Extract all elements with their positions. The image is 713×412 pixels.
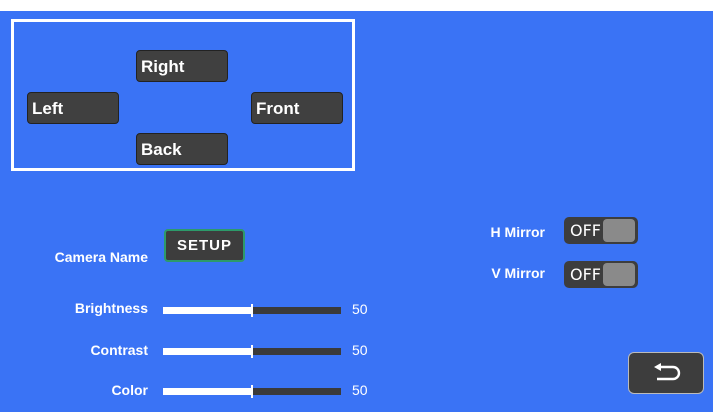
camera-position-panel: Right Left Front Back — [11, 19, 355, 171]
camera-settings-screen: Right Left Front Back Camera Name SETUP … — [0, 11, 713, 412]
contrast-slider[interactable] — [163, 345, 341, 358]
color-slider-fill — [163, 388, 252, 395]
contrast-value: 50 — [352, 342, 368, 358]
color-slider[interactable] — [163, 385, 341, 398]
color-value: 50 — [352, 382, 368, 398]
setup-button[interactable]: SETUP — [164, 229, 245, 262]
h-mirror-label: H Mirror — [490, 224, 545, 240]
camera-name-label: Camera Name — [54, 249, 148, 265]
color-label: Color — [111, 382, 148, 398]
position-right-button[interactable]: Right — [136, 50, 228, 82]
v-mirror-knob — [603, 263, 635, 286]
contrast-slider-fill — [163, 348, 252, 355]
contrast-slider-handle[interactable] — [251, 345, 253, 358]
h-mirror-knob — [603, 219, 635, 242]
h-mirror-toggle[interactable]: OFF — [564, 217, 638, 244]
v-mirror-state: OFF — [570, 265, 601, 284]
contrast-label: Contrast — [90, 342, 148, 358]
brightness-label: Brightness — [74, 300, 148, 316]
brightness-value: 50 — [352, 301, 368, 317]
back-button[interactable] — [628, 352, 704, 394]
brightness-slider-handle[interactable] — [251, 304, 253, 317]
color-slider-handle[interactable] — [251, 385, 253, 398]
position-left-button[interactable]: Left — [27, 92, 119, 124]
v-mirror-label: V Mirror — [491, 265, 545, 281]
position-back-button[interactable]: Back — [136, 133, 228, 165]
v-mirror-toggle[interactable]: OFF — [564, 261, 638, 288]
brightness-slider-fill — [163, 307, 252, 314]
h-mirror-state: OFF — [570, 221, 601, 240]
return-arrow-icon — [654, 363, 681, 381]
brightness-slider[interactable] — [163, 304, 341, 317]
position-front-button[interactable]: Front — [251, 92, 343, 124]
